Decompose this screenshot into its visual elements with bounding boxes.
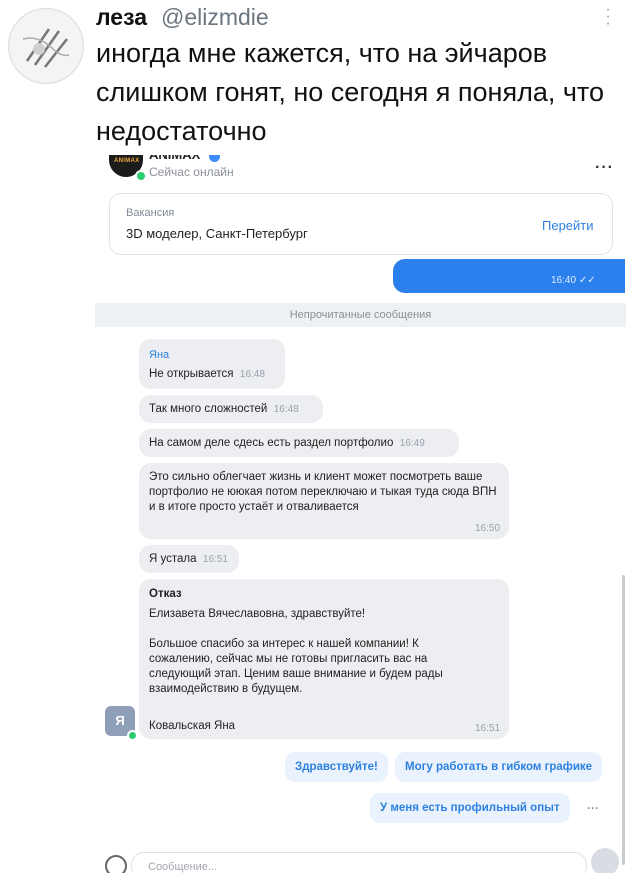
vacancy-open-link[interactable]: Перейти xyxy=(542,218,594,233)
outgoing-message: 16:40 ✓✓ xyxy=(393,259,625,293)
online-status: Сейчас онлайн xyxy=(149,165,234,179)
more-replies-icon[interactable]: ··· xyxy=(587,801,599,815)
scrollbar[interactable] xyxy=(622,575,625,865)
message-signature: Ковальская Яна xyxy=(149,720,236,732)
message-time: 16:48 xyxy=(239,369,265,380)
message-text: Не открывается xyxy=(149,368,234,380)
vacancy-card[interactable]: Вакансия 3D моделер, Санкт-Петербург Пер… xyxy=(109,193,613,255)
message-bubble: Я устала 16:51 xyxy=(139,545,239,573)
quick-reply-button[interactable]: У меня есть профильный опыт xyxy=(370,793,570,823)
quick-reply-button[interactable]: Могу работать в гибком графике xyxy=(395,752,603,782)
user-avatar[interactable] xyxy=(8,8,84,84)
verified-icon xyxy=(209,155,220,162)
message-title: Отказ xyxy=(149,588,182,600)
message-bubble: Яна Не открывается 16:48 xyxy=(139,339,285,389)
message-time: 16:48 xyxy=(273,404,299,415)
quick-reply-button[interactable]: Здравствуйте! xyxy=(285,752,388,782)
message-bubble: На самом деле сдесь есть раздел портфоли… xyxy=(139,429,459,457)
online-indicator xyxy=(127,730,138,741)
message-bubble: Так много сложностей 16:48 xyxy=(139,395,323,423)
company-name: ANIMAX xyxy=(149,155,200,162)
vacancy-title: 3D моделер, Санкт-Петербург xyxy=(126,226,308,241)
input-placeholder: Сообщение... xyxy=(148,861,218,873)
message-text: Так много сложностей xyxy=(149,403,268,415)
rejection-message: Отказ Елизавета Вячеславовна, здравствуй… xyxy=(139,579,509,739)
attached-screenshot[interactable]: ANIMAX ANIMAX Сейчас онлайн ··· Вакансия… xyxy=(95,155,626,873)
vacancy-label: Вакансия xyxy=(126,207,175,219)
message-text: На самом деле сдесь есть раздел портфоли… xyxy=(149,437,394,449)
display-name[interactable]: леза xyxy=(96,4,147,31)
chat-menu-icon[interactable]: ··· xyxy=(595,159,614,177)
message-time: 16:40 xyxy=(551,275,577,286)
unread-label: Непрочитанные сообщения xyxy=(289,309,432,321)
message-text: Я устала xyxy=(149,553,197,565)
message-time: 16:51 xyxy=(475,723,501,734)
more-options-icon[interactable]: · · · xyxy=(603,2,613,32)
message-text: Это сильно облегчает жизнь и клиент може… xyxy=(149,471,497,513)
read-checkmark-icon: ✓✓ xyxy=(578,275,596,286)
unread-divider: Непрочитанные сообщения xyxy=(95,303,626,327)
user-handle[interactable]: @elizmdie xyxy=(161,4,269,31)
message-greeting: Елизавета Вячеславовна, здравствуйте! xyxy=(149,608,366,620)
attach-icon[interactable] xyxy=(105,855,127,873)
tweet-text: иногда мне кажется, что на эйчаров слишк… xyxy=(96,38,604,146)
message-bubble: Это сильно облегчает жизнь и клиент може… xyxy=(139,463,509,539)
message-time: 16:50 xyxy=(475,523,501,534)
message-time: 16:49 xyxy=(399,438,425,449)
message-time: 16:51 xyxy=(202,554,228,565)
message-input[interactable]: Сообщение... xyxy=(131,852,587,873)
send-icon[interactable] xyxy=(591,848,619,873)
sender-name: Яна xyxy=(149,349,170,361)
message-text: Большое спасибо за интерес к нашей компа… xyxy=(149,638,443,695)
online-indicator xyxy=(135,170,147,182)
